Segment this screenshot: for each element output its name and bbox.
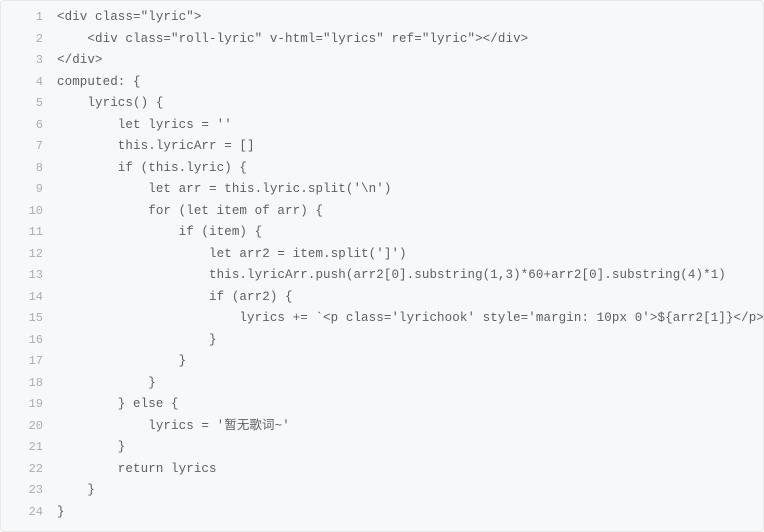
line-number: 10	[1, 201, 57, 223]
code-text: this.lyricArr.push(arr2[0].substring(1,3…	[57, 265, 726, 287]
code-line: 18 }	[1, 373, 763, 395]
code-line: 6 let lyrics = ''	[1, 115, 763, 137]
code-line: 14 if (arr2) {	[1, 287, 763, 309]
line-number: 7	[1, 136, 57, 158]
code-text: for (let item of arr) {	[57, 201, 323, 223]
line-number: 12	[1, 244, 57, 266]
code-line: 9 let arr = this.lyric.split('\n')	[1, 179, 763, 201]
code-text: let arr = this.lyric.split('\n')	[57, 179, 391, 201]
line-number: 22	[1, 459, 57, 481]
line-number: 8	[1, 158, 57, 180]
code-text: <div class="roll-lyric" v-html="lyrics" …	[57, 29, 528, 51]
line-number: 4	[1, 72, 57, 94]
code-text: <div class="lyric">	[57, 7, 201, 29]
code-text: lyrics() {	[57, 93, 163, 115]
code-text: this.lyricArr = []	[57, 136, 255, 158]
code-block: 1<div class="lyric">2 <div class="roll-l…	[0, 0, 764, 532]
code-line: 5 lyrics() {	[1, 93, 763, 115]
code-line: 17 }	[1, 351, 763, 373]
code-text: lyrics += `<p class='lyrichook' style='m…	[57, 308, 764, 330]
code-line: 23 }	[1, 480, 763, 502]
line-number: 13	[1, 265, 57, 287]
code-text: if (this.lyric) {	[57, 158, 247, 180]
code-text: }	[57, 502, 65, 524]
line-number: 9	[1, 179, 57, 201]
code-text: }	[57, 351, 186, 373]
code-line: 10 for (let item of arr) {	[1, 201, 763, 223]
code-line: 2 <div class="roll-lyric" v-html="lyrics…	[1, 29, 763, 51]
line-number: 16	[1, 330, 57, 352]
code-line: 11 if (item) {	[1, 222, 763, 244]
code-line: 7 this.lyricArr = []	[1, 136, 763, 158]
code-line: 20 lyrics = '暂无歌词~'	[1, 416, 763, 438]
code-line: 19 } else {	[1, 394, 763, 416]
code-text: return lyrics	[57, 459, 217, 481]
code-line: 12 let arr2 = item.split(']')	[1, 244, 763, 266]
code-line: 21 }	[1, 437, 763, 459]
line-number: 11	[1, 222, 57, 244]
code-line: 13 this.lyricArr.push(arr2[0].substring(…	[1, 265, 763, 287]
line-number: 24	[1, 502, 57, 524]
line-number: 15	[1, 308, 57, 330]
line-number: 1	[1, 7, 57, 29]
code-line: 22 return lyrics	[1, 459, 763, 481]
line-number: 6	[1, 115, 57, 137]
line-number: 19	[1, 394, 57, 416]
code-text: </div>	[57, 50, 103, 72]
code-text: computed: {	[57, 72, 141, 94]
code-line: 16 }	[1, 330, 763, 352]
line-number: 23	[1, 480, 57, 502]
code-text: }	[57, 437, 125, 459]
code-line: 1<div class="lyric">	[1, 7, 763, 29]
line-number: 14	[1, 287, 57, 309]
code-text: }	[57, 480, 95, 502]
line-number: 18	[1, 373, 57, 395]
code-text: if (item) {	[57, 222, 262, 244]
code-line: 4computed: {	[1, 72, 763, 94]
code-text: lyrics = '暂无歌词~'	[57, 416, 290, 438]
code-line: 24}	[1, 502, 763, 524]
line-number: 20	[1, 416, 57, 438]
line-number: 5	[1, 93, 57, 115]
code-line: 15 lyrics += `<p class='lyrichook' style…	[1, 308, 763, 330]
line-number: 21	[1, 437, 57, 459]
code-text: if (arr2) {	[57, 287, 293, 309]
code-line: 8 if (this.lyric) {	[1, 158, 763, 180]
code-text: } else {	[57, 394, 179, 416]
code-line: 3</div>	[1, 50, 763, 72]
line-number: 17	[1, 351, 57, 373]
line-number: 2	[1, 29, 57, 51]
line-number: 3	[1, 50, 57, 72]
code-text: }	[57, 373, 156, 395]
code-text: let lyrics = ''	[57, 115, 232, 137]
code-text: let arr2 = item.split(']')	[57, 244, 407, 266]
code-text: }	[57, 330, 217, 352]
